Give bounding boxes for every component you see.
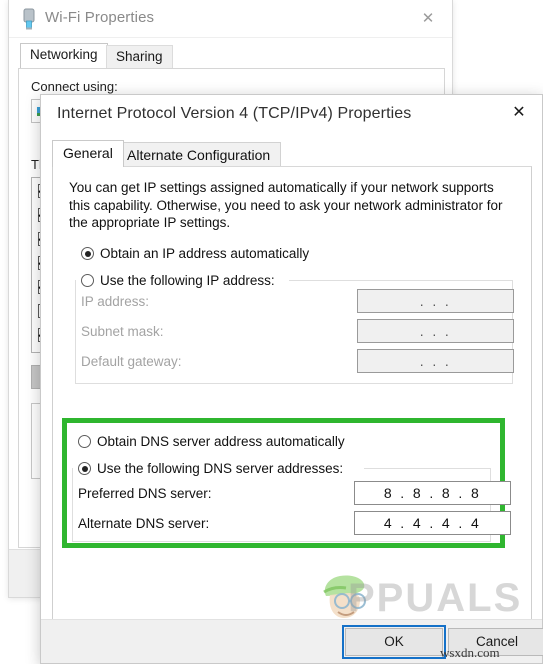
wsxdn-watermark-text: wsxdn.com	[440, 645, 500, 660]
ip-address-input[interactable]: . . .	[357, 289, 514, 313]
wifi-window-close-icon[interactable]: ✕	[410, 3, 446, 33]
network-adapter-icon	[21, 8, 37, 30]
tab-general[interactable]: General	[52, 140, 124, 167]
preferred-dns-label: Preferred DNS server:	[78, 486, 212, 501]
subnet-mask-label: Subnet mask:	[81, 324, 164, 339]
dialog-tabstrip: General Alternate Configuration	[52, 139, 532, 167]
subnet-mask-input[interactable]: . . .	[357, 319, 514, 343]
radio-use-following-ip-label: Use the following IP address:	[100, 273, 275, 288]
alternate-dns-label: Alternate DNS server:	[78, 516, 210, 531]
radio-obtain-ip-automatically-label: Obtain an IP address automatically	[100, 246, 310, 261]
radio-icon[interactable]	[81, 247, 94, 260]
tcpipv4-properties-dialog: Internet Protocol Version 4 (TCP/IPv4) P…	[40, 94, 543, 664]
tab-networking[interactable]: Networking	[20, 43, 108, 68]
preferred-dns-row: Preferred DNS server: 8 . 8 . 8 . 8	[67, 481, 511, 507]
ip-address-row: IP address: . . .	[53, 289, 531, 315]
intro-text: You can get IP settings assigned automat…	[69, 180, 503, 230]
radio-icon[interactable]	[78, 435, 91, 448]
static-ip-groupbox-line	[289, 280, 513, 281]
radio-use-following-dns[interactable]: Use the following DNS server addresses:	[78, 461, 348, 476]
radio-use-following-ip[interactable]: Use the following IP address:	[81, 273, 279, 288]
connect-using-label: Connect using:	[31, 79, 118, 94]
close-icon[interactable]: ✕	[496, 95, 542, 129]
dialog-title: Internet Protocol Version 4 (TCP/IPv4) P…	[57, 105, 412, 122]
tab-sharing[interactable]: Sharing	[106, 45, 173, 68]
wifi-window-titlebar: Wi-Fi Properties ✕	[9, 0, 452, 38]
default-gateway-input[interactable]: . . .	[357, 349, 514, 373]
wifi-tabstrip: Networking Sharing	[9, 39, 452, 69]
ip-address-label: IP address:	[81, 294, 150, 309]
radio-icon[interactable]	[81, 274, 94, 287]
ok-button[interactable]: OK	[342, 625, 446, 659]
alternate-dns-value: 4 . 4 . 4 . 4	[383, 515, 482, 531]
tab-alternate-configuration[interactable]: Alternate Configuration	[116, 142, 282, 167]
radio-icon[interactable]	[78, 462, 91, 475]
wifi-window-title: Wi-Fi Properties	[45, 9, 155, 26]
radio-obtain-dns-automatically[interactable]: Obtain DNS server address automatically	[78, 434, 345, 449]
default-gateway-label: Default gateway:	[81, 354, 182, 369]
subnet-mask-row: Subnet mask: . . .	[53, 319, 531, 345]
preferred-dns-input[interactable]: 8 . 8 . 8 . 8	[354, 481, 511, 505]
dns-groupbox-line	[364, 468, 491, 469]
radio-obtain-ip-automatically[interactable]: Obtain an IP address automatically	[81, 246, 309, 261]
alternate-dns-input[interactable]: 4 . 4 . 4 . 4	[354, 511, 511, 535]
dialog-general-panel: You can get IP settings assigned automat…	[52, 166, 532, 655]
alternate-dns-row: Alternate DNS server: 4 . 4 . 4 . 4	[67, 511, 511, 537]
radio-use-following-dns-label: Use the following DNS server addresses:	[97, 461, 344, 476]
default-gateway-row: Default gateway: . . .	[53, 349, 531, 375]
radio-obtain-dns-automatically-label: Obtain DNS server address automatically	[97, 434, 345, 449]
dns-settings-highlight: Obtain DNS server address automatically …	[62, 418, 511, 548]
dialog-titlebar: Internet Protocol Version 4 (TCP/IPv4) P…	[41, 95, 542, 137]
